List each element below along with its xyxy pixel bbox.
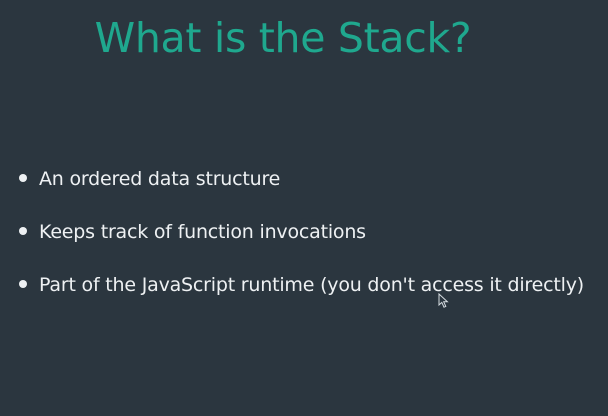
bullet-text: Keeps track of function invocations bbox=[39, 221, 366, 243]
bullet-dot-icon bbox=[19, 280, 27, 288]
bullet-text: An ordered data structure bbox=[39, 168, 281, 190]
bullet-text: Part of the JavaScript runtime (you don'… bbox=[39, 274, 584, 296]
bullet-dot-icon bbox=[19, 227, 27, 235]
slide-title: What is the Stack? bbox=[94, 14, 472, 62]
bullet-dot-icon bbox=[19, 174, 27, 182]
mouse-pointer-icon bbox=[438, 293, 449, 308]
presentation-slide: What is the Stack? An ordered data struc… bbox=[0, 0, 608, 416]
